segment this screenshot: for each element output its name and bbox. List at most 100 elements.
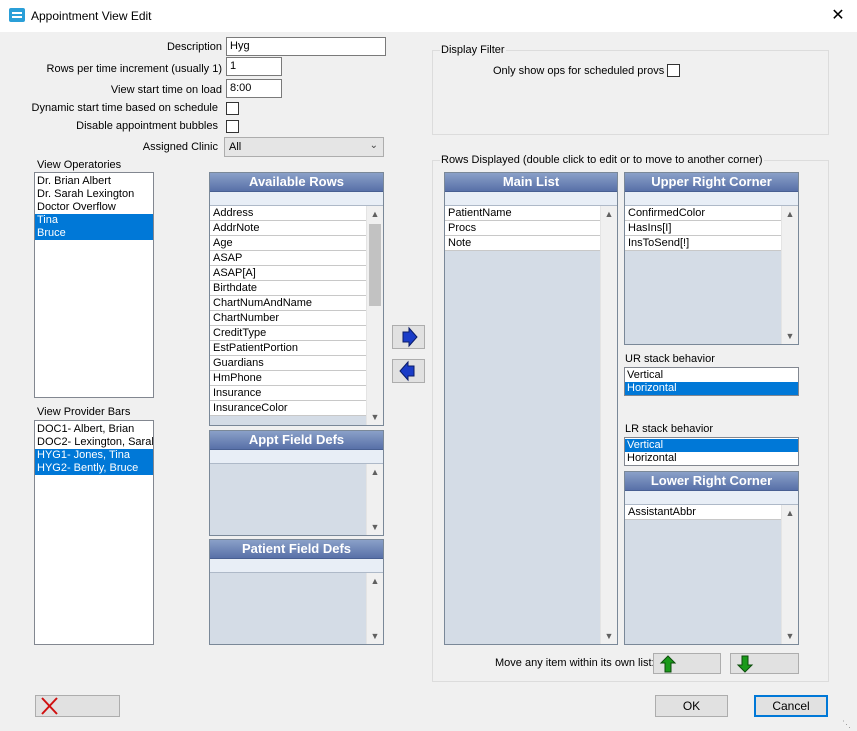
- move-left-button[interactable]: [392, 359, 425, 383]
- assigned-clinic-value: All: [229, 141, 242, 153]
- view-start-time-label: View start time on load: [110, 84, 222, 96]
- table-row[interactable]: HasIns[I]: [625, 221, 782, 236]
- scroll-down-icon[interactable]: ▼: [601, 628, 617, 644]
- table-row[interactable]: ChartNumber: [210, 311, 367, 326]
- vertical-scrollbar[interactable]: ▲ ▼: [366, 464, 383, 535]
- arrow-right-icon: [402, 326, 418, 348]
- ur-stack-list[interactable]: Vertical Horizontal: [624, 367, 799, 396]
- table-row[interactable]: PatientName: [445, 206, 601, 221]
- arrow-up-icon: [659, 655, 677, 673]
- list-item[interactable]: Horizontal: [625, 452, 798, 465]
- scroll-up-icon[interactable]: ▲: [601, 206, 617, 222]
- disable-bubbles-checkbox[interactable]: [226, 120, 239, 133]
- title-bar: Appointment View Edit ✕: [0, 0, 857, 32]
- lower-right-grid[interactable]: Lower Right Corner AssistantAbbr ▲ ▼: [624, 471, 799, 645]
- view-start-time-input[interactable]: 8:00: [226, 79, 282, 98]
- display-filter-title: Display Filter: [440, 44, 506, 56]
- list-item[interactable]: Bruce: [35, 227, 153, 240]
- table-row[interactable]: Birthdate: [210, 281, 367, 296]
- operatories-label: View Operatories: [37, 159, 122, 171]
- lr-stack-label: LR stack behavior: [625, 423, 714, 435]
- table-row[interactable]: Age: [210, 236, 367, 251]
- disable-bubbles-label: Disable appointment bubbles: [76, 120, 218, 132]
- vertical-scrollbar[interactable]: ▲ ▼: [366, 573, 383, 644]
- list-item[interactable]: Dr. Brian Albert: [35, 175, 153, 188]
- patient-field-defs-grid[interactable]: Patient Field Defs ▲ ▼: [209, 539, 384, 645]
- assigned-clinic-select[interactable]: All ⌄: [224, 137, 384, 157]
- scroll-down-icon[interactable]: ▼: [367, 628, 383, 644]
- table-row[interactable]: Address: [210, 206, 367, 221]
- lr-stack-list[interactable]: Vertical Horizontal: [624, 437, 799, 466]
- table-row[interactable]: ASAP[A]: [210, 266, 367, 281]
- list-item[interactable]: Doctor Overflow: [35, 201, 153, 214]
- table-row[interactable]: AssistantAbbr: [625, 505, 782, 520]
- table-row[interactable]: Note: [445, 236, 601, 251]
- table-row[interactable]: Guardians: [210, 356, 367, 371]
- scroll-up-icon[interactable]: ▲: [367, 206, 383, 222]
- move-right-button[interactable]: [392, 325, 425, 349]
- table-row[interactable]: Procs: [445, 221, 601, 236]
- scroll-down-icon[interactable]: ▼: [367, 519, 383, 535]
- table-row[interactable]: ConfirmedColor: [625, 206, 782, 221]
- table-row[interactable]: HmPhone: [210, 371, 367, 386]
- list-item[interactable]: Vertical: [625, 439, 798, 452]
- operatories-list[interactable]: Dr. Brian Albert Dr. Sarah Lexington Doc…: [34, 172, 154, 398]
- list-item[interactable]: Dr. Sarah Lexington: [35, 188, 153, 201]
- table-row[interactable]: EstPatientPortion: [210, 341, 367, 356]
- table-row[interactable]: Insurance: [210, 386, 367, 401]
- table-row[interactable]: ASAP: [210, 251, 367, 266]
- move-down-button[interactable]: [730, 653, 799, 674]
- grid-header: [445, 192, 617, 206]
- arrow-down-icon: [736, 655, 754, 673]
- table-row[interactable]: InsuranceColor: [210, 401, 367, 416]
- table-row[interactable]: InsToSend[!]: [625, 236, 782, 251]
- table-row[interactable]: ChartNumAndName: [210, 296, 367, 311]
- scroll-up-icon[interactable]: ▲: [782, 206, 798, 222]
- assigned-clinic-label: Assigned Clinic: [142, 141, 218, 153]
- main-list-grid[interactable]: Main List PatientName Procs Note ▲ ▼: [444, 172, 618, 645]
- appt-field-defs-grid[interactable]: Appt Field Defs ▲ ▼: [209, 430, 384, 536]
- vertical-scrollbar[interactable]: ▲ ▼: [600, 206, 617, 644]
- only-show-checkbox[interactable]: [667, 64, 680, 77]
- scroll-up-icon[interactable]: ▲: [782, 505, 798, 521]
- scroll-up-icon[interactable]: ▲: [367, 573, 383, 589]
- scroll-down-icon[interactable]: ▼: [782, 328, 798, 344]
- arrow-left-icon: [399, 360, 415, 382]
- list-item[interactable]: Tina: [35, 214, 153, 227]
- app-icon: [9, 8, 25, 22]
- scroll-down-icon[interactable]: ▼: [782, 628, 798, 644]
- available-rows-title: Available Rows: [210, 173, 383, 192]
- close-icon[interactable]: ✕: [826, 4, 850, 28]
- dynamic-start-checkbox[interactable]: [226, 102, 239, 115]
- dynamic-start-label: Dynamic start time based on schedule: [31, 102, 218, 114]
- provider-bars-list[interactable]: DOC1- Albert, Brian DOC2- Lexington, Sar…: [34, 420, 154, 645]
- list-item[interactable]: DOC1- Albert, Brian: [35, 423, 153, 436]
- grid-header: [625, 192, 798, 206]
- table-row[interactable]: CreditType: [210, 326, 367, 341]
- cancel-button[interactable]: Cancel: [754, 695, 828, 717]
- list-item[interactable]: HYG2- Bently, Bruce: [35, 462, 153, 475]
- table-row[interactable]: AddrNote: [210, 221, 367, 236]
- vertical-scrollbar[interactable]: ▲ ▼: [781, 206, 798, 344]
- only-show-label: Only show ops for scheduled provs: [493, 65, 665, 77]
- list-item[interactable]: Vertical: [625, 369, 798, 382]
- vertical-scrollbar[interactable]: ▲ ▼: [366, 206, 383, 425]
- scroll-up-icon[interactable]: ▲: [367, 464, 383, 480]
- scroll-thumb[interactable]: [369, 224, 381, 306]
- list-item[interactable]: Horizontal: [625, 382, 798, 395]
- scroll-down-icon[interactable]: ▼: [367, 409, 383, 425]
- main-list-title: Main List: [445, 173, 617, 192]
- resize-grip-icon[interactable]: ⋱: [842, 718, 854, 730]
- chevron-down-icon: ⌄: [369, 140, 378, 151]
- upper-right-grid[interactable]: Upper Right Corner ConfirmedColor HasIns…: [624, 172, 799, 345]
- move-up-button[interactable]: [653, 653, 721, 674]
- description-input[interactable]: Hyg: [226, 37, 386, 56]
- ok-button[interactable]: OK: [655, 695, 728, 717]
- description-label: Description: [166, 41, 222, 53]
- vertical-scrollbar[interactable]: ▲ ▼: [781, 505, 798, 644]
- list-item[interactable]: DOC2- Lexington, Sarah: [35, 436, 153, 449]
- delete-button[interactable]: [35, 695, 120, 717]
- list-item[interactable]: HYG1- Jones, Tina: [35, 449, 153, 462]
- available-rows-grid[interactable]: Available Rows Address AddrNote Age ASAP…: [209, 172, 384, 426]
- rows-per-increment-input[interactable]: 1: [226, 57, 282, 76]
